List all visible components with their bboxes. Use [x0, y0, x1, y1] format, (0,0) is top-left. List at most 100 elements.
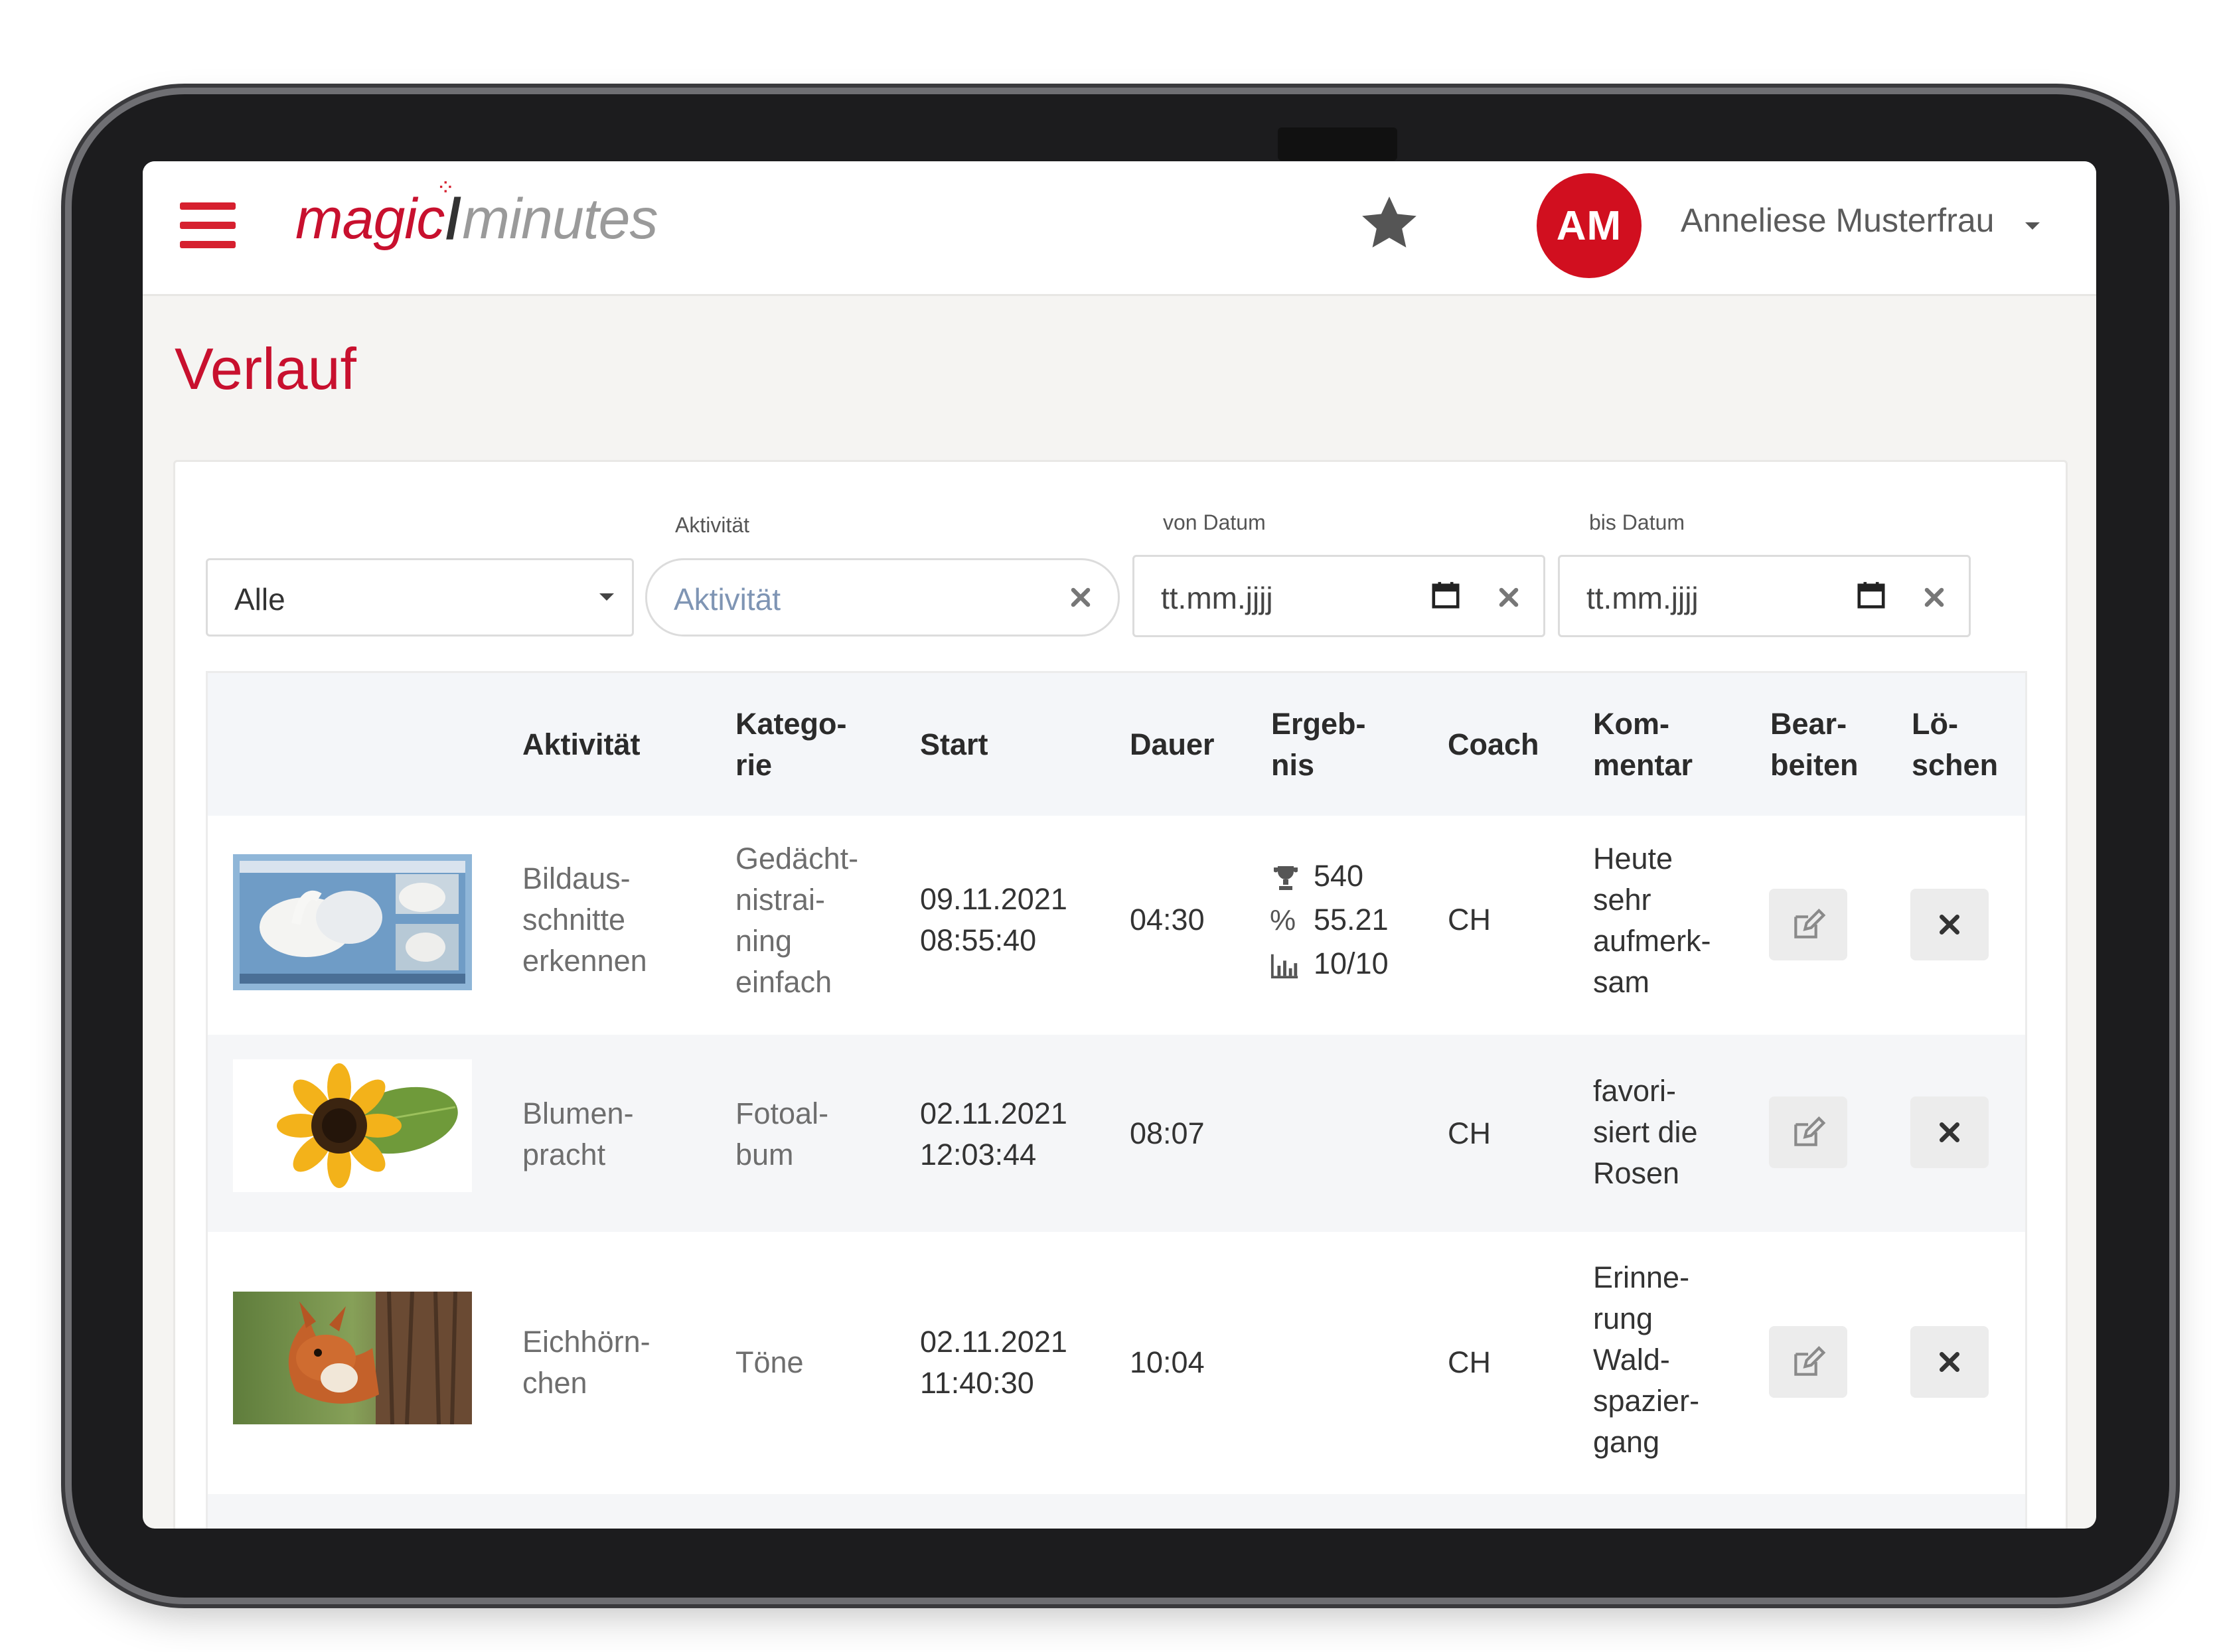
- result-points: 540: [1314, 859, 1364, 893]
- activity-line: Blumen-: [522, 1096, 634, 1130]
- category-line: nistrai-: [735, 883, 826, 917]
- row-comment: Heute sehr aufmerk- sam: [1593, 838, 1711, 1003]
- logo-text-magic: magic: [295, 187, 445, 251]
- table-row[interactable]: Blumen- pracht Fotoal- bum 02.11.2021 12…: [208, 1035, 2025, 1234]
- comment-line: favori-: [1593, 1074, 1677, 1108]
- col-activity[interactable]: Aktivität: [522, 724, 641, 765]
- col-category-line2: rie: [735, 748, 773, 782]
- comment-line: rung: [1593, 1302, 1653, 1335]
- clear-from-date-icon[interactable]: [1496, 585, 1521, 610]
- edit-button[interactable]: [1769, 1326, 1847, 1398]
- bar-chart-icon: [1270, 954, 1298, 979]
- edit-icon: [1794, 1346, 1826, 1376]
- calendar-icon[interactable]: [1430, 580, 1461, 611]
- delete-button[interactable]: [1910, 889, 1989, 960]
- from-date-placeholder: tt.mm.jjjj: [1161, 581, 1273, 615]
- row-duration: 04:30: [1130, 903, 1205, 937]
- history-card: Aktivität von Datum bis Datum Alle Aktiv…: [173, 460, 2068, 1529]
- delete-button[interactable]: [1910, 1326, 1989, 1398]
- activity-input-placeholder: Aktivität: [674, 582, 781, 617]
- table-row[interactable]: Eichhörn- chen Töne 02.11.2021 11:40:30 …: [208, 1232, 2025, 1496]
- delete-button[interactable]: [1910, 1096, 1989, 1168]
- user-avatar[interactable]: AM: [1537, 173, 1642, 278]
- start-time: 08:55:40: [920, 923, 1037, 957]
- edit-button[interactable]: [1769, 1096, 1847, 1168]
- col-category[interactable]: Katego- rie: [735, 704, 847, 786]
- comment-line: Wald-: [1593, 1343, 1670, 1377]
- to-date-input[interactable]: tt.mm.jjjj: [1558, 555, 1971, 637]
- comment-line: Heute: [1593, 842, 1673, 875]
- category-select-value: Alle: [234, 582, 285, 617]
- row-start: 09.11.2021 08:55:40: [920, 879, 1067, 961]
- table-header: Aktivität Katego- rie Start Dauer Ergeb-…: [208, 673, 2025, 818]
- percent-icon: %: [1270, 904, 1296, 937]
- edit-button[interactable]: [1769, 889, 1847, 960]
- chevron-down-icon[interactable]: [2025, 222, 2040, 230]
- start-time: 12:03:44: [920, 1138, 1037, 1171]
- activity-line: pracht: [522, 1138, 606, 1171]
- comment-line: sam: [1593, 965, 1650, 999]
- row-start: 02.11.2021 12:03:44: [920, 1093, 1067, 1175]
- row-start: 02.11.2021 11:40:30: [920, 1321, 1067, 1404]
- logo-sparkle-icon: ⁘: [436, 175, 455, 200]
- category-line: bum: [735, 1138, 794, 1171]
- star-icon[interactable]: [1356, 190, 1422, 257]
- user-name-dropdown[interactable]: Anneliese Musterfrau: [1681, 201, 1994, 240]
- edit-icon: [1794, 909, 1826, 939]
- category-select[interactable]: Alle: [206, 558, 634, 637]
- col-comment[interactable]: Kom- mentar: [1593, 704, 1693, 786]
- comment-line: gang: [1593, 1425, 1660, 1459]
- clear-activity-icon[interactable]: [1068, 585, 1093, 610]
- from-date-input[interactable]: tt.mm.jjjj: [1132, 555, 1545, 637]
- row-activity-name: Eichhörn- chen: [522, 1321, 650, 1404]
- close-icon: [1940, 1352, 1959, 1372]
- comment-line: Rosen: [1593, 1156, 1680, 1190]
- activity-line: erkennen: [522, 944, 647, 978]
- trophy-icon: [1274, 866, 1298, 891]
- activity-search-input[interactable]: Aktivität: [645, 558, 1120, 637]
- col-edit: Bear- beiten: [1770, 704, 1859, 786]
- activity-filter-label: Aktivität: [675, 513, 750, 537]
- col-comment-line1: Kom-: [1593, 707, 1669, 741]
- category-line: Töne: [735, 1345, 804, 1379]
- app-logo[interactable]: magic/minutes ⁘: [295, 175, 658, 252]
- activity-line: Bildaus-: [522, 862, 631, 895]
- to-date-label: bis Datum: [1589, 510, 1685, 534]
- result-score: 10/10: [1314, 946, 1389, 980]
- table-row[interactable]: [208, 1494, 2025, 1529]
- row-coach: CH: [1448, 1116, 1491, 1150]
- page-title: Verlauf: [175, 336, 356, 402]
- col-category-line1: Katego-: [735, 707, 847, 741]
- comment-line: Erinne-: [1593, 1260, 1690, 1294]
- col-coach[interactable]: Coach: [1448, 724, 1539, 765]
- result-percent: 55.21: [1314, 903, 1389, 937]
- start-date: 02.11.2021: [920, 1325, 1067, 1359]
- history-table: Aktivität Katego- rie Start Dauer Ergeb-…: [206, 671, 2027, 1529]
- start-date: 09.11.2021: [920, 882, 1067, 916]
- activity-thumbnail-sunflower: [233, 1059, 472, 1192]
- category-line: ning: [735, 924, 793, 958]
- col-start[interactable]: Start: [920, 724, 988, 765]
- activity-line: schnitte: [522, 903, 626, 937]
- row-coach: CH: [1448, 1345, 1491, 1379]
- device-button-right: [704, 85, 909, 94]
- row-duration: 08:07: [1130, 1116, 1205, 1150]
- col-edit-line2: beiten: [1770, 748, 1859, 782]
- top-navbar: magic/minutes ⁘ AM Anneliese Musterfrau: [143, 161, 2096, 296]
- comment-line: aufmerk-: [1593, 924, 1711, 958]
- start-time: 11:40:30: [920, 1366, 1034, 1400]
- col-duration[interactable]: Dauer: [1130, 724, 1215, 765]
- category-line: Gedächt-: [735, 842, 859, 875]
- clear-to-date-icon[interactable]: [1922, 585, 1947, 610]
- comment-line: siert die: [1593, 1115, 1698, 1149]
- calendar-icon[interactable]: [1856, 580, 1886, 611]
- row-category: Töne: [735, 1342, 804, 1383]
- row-category: Gedächt- nistrai- ning einfach: [735, 838, 858, 1003]
- comment-line: spazier-: [1593, 1384, 1700, 1418]
- col-result-line1: Ergeb-: [1271, 707, 1366, 741]
- table-row[interactable]: Bildaus- schnitte erkennen Gedächt- nist…: [208, 816, 2025, 1037]
- activity-line: chen: [522, 1366, 587, 1400]
- row-comment: Erinne- rung Wald- spazier- gang: [1593, 1257, 1699, 1463]
- col-result[interactable]: Ergeb- nis: [1271, 704, 1366, 786]
- hamburger-menu-icon[interactable]: [180, 202, 236, 249]
